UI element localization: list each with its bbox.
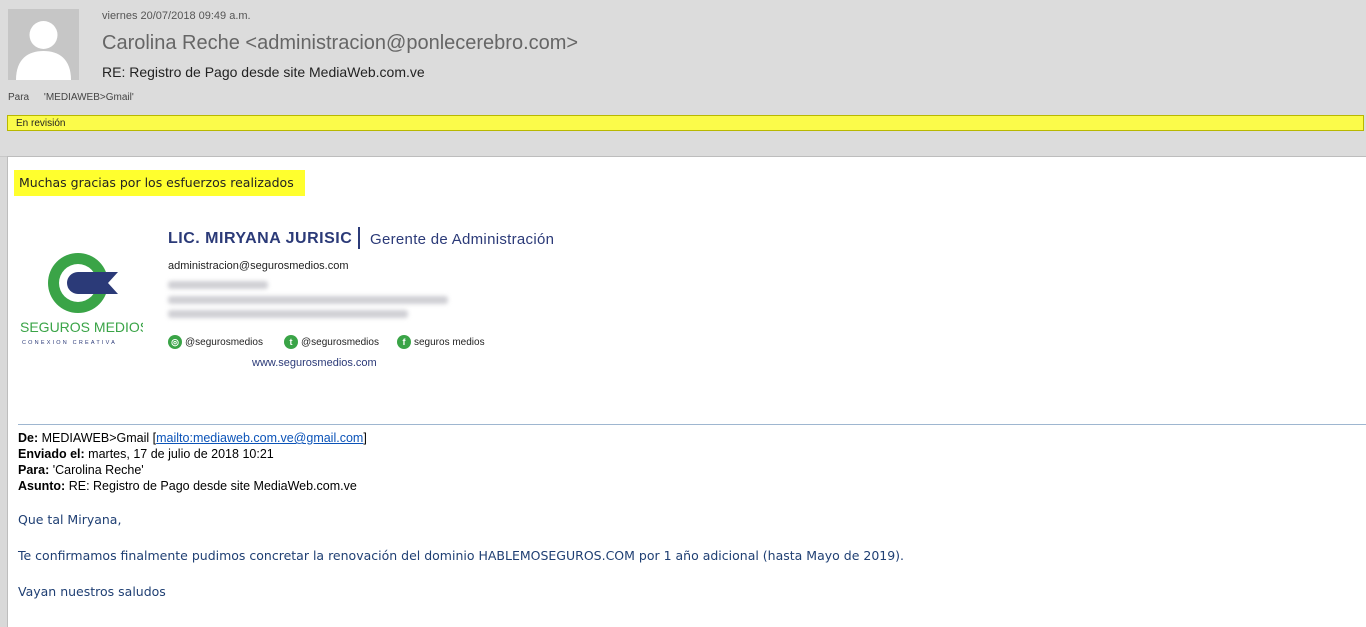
message-body: Muchas gracias por los esfuerzos realiza… bbox=[7, 156, 1366, 627]
facebook-icon: f bbox=[397, 335, 411, 349]
signature-title: Gerente de Administración bbox=[370, 231, 555, 248]
signature-name: LIC. MIRYANA JURISIC bbox=[168, 230, 353, 247]
instagram-icon: ◎ bbox=[168, 335, 182, 349]
quoted-to-row: Para: 'Carolina Reche' bbox=[18, 462, 367, 478]
quoted-header: De: MEDIAWEB>Gmail [mailto:mediaweb.com.… bbox=[18, 430, 367, 494]
message-subject: RE: Registro de Pago desde site MediaWeb… bbox=[102, 64, 425, 80]
person-icon bbox=[8, 9, 79, 80]
quoted-sent-value: martes, 17 de julio de 2018 10:21 bbox=[88, 447, 274, 461]
quoted-from-close: ] bbox=[363, 431, 367, 445]
quoted-from-label: De: bbox=[18, 431, 39, 445]
quoted-sent-row: Enviado el: martes, 17 de julio de 2018 … bbox=[18, 446, 367, 462]
signature-website[interactable]: www.segurosmedios.com bbox=[252, 357, 377, 369]
to-label: Para bbox=[8, 92, 30, 103]
blurred-address-line1 bbox=[168, 296, 448, 304]
quoted-subject-label: Asunto: bbox=[18, 479, 66, 493]
sent-date: viernes 20/07/2018 09:49 a.m. bbox=[102, 10, 251, 22]
status-bar[interactable]: En revisión bbox=[7, 115, 1364, 131]
quoted-from-mailto-link[interactable]: mailto:mediaweb.com.ve@gmail.com bbox=[156, 431, 363, 445]
quoted-from-value: MEDIAWEB>Gmail [ bbox=[41, 431, 157, 445]
quoted-sent-label: Enviado el: bbox=[18, 447, 85, 461]
sender-name[interactable]: Carolina Reche <administracion@ponlecere… bbox=[102, 32, 578, 55]
instagram-handle: @segurosmedios bbox=[185, 336, 263, 348]
blurred-phone bbox=[168, 281, 268, 289]
twitter-handle: @segurosmedios bbox=[301, 336, 379, 348]
message-line: Te confirmamos finalmente pudimos concre… bbox=[18, 548, 905, 563]
quote-divider bbox=[18, 424, 1366, 425]
twitter-icon: t bbox=[284, 335, 298, 349]
facebook-link[interactable]: f seguros medios bbox=[397, 335, 485, 349]
twitter-link[interactable]: t @segurosmedios bbox=[284, 335, 379, 349]
signature-separator bbox=[358, 227, 360, 249]
seguros-medios-logo: SEGUROS MEDIOS CONEXION CREATIVA bbox=[18, 250, 149, 350]
highlighted-text: Muchas gracias por los esfuerzos realiza… bbox=[14, 170, 305, 196]
message-header: viernes 20/07/2018 09:49 a.m. Carolina R… bbox=[0, 0, 1366, 157]
recipient-row: Para 'MEDIAWEB>Gmail' bbox=[8, 92, 134, 103]
quoted-subject-value: RE: Registro de Pago desde site MediaWeb… bbox=[68, 479, 357, 493]
logo-tagline: CONEXION CREATIVA bbox=[22, 340, 117, 346]
message-greeting: Que tal Miryana, bbox=[18, 512, 122, 527]
quoted-subject-row: Asunto: RE: Registro de Pago desde site … bbox=[18, 478, 367, 494]
quoted-to-label: Para: bbox=[18, 463, 50, 477]
blurred-address-line2 bbox=[168, 310, 408, 318]
quoted-to-value: 'Carolina Reche' bbox=[52, 463, 144, 477]
sender-avatar bbox=[8, 9, 79, 80]
logo-text: SEGUROS MEDIOS bbox=[20, 319, 143, 335]
instagram-link[interactable]: ◎ @segurosmedios bbox=[168, 335, 263, 349]
signature-email[interactable]: administracion@segurosmedios.com bbox=[168, 260, 349, 272]
recipient-name[interactable]: 'MEDIAWEB>Gmail' bbox=[44, 92, 134, 103]
facebook-handle: seguros medios bbox=[414, 336, 485, 348]
quoted-from-row: De: MEDIAWEB>Gmail [mailto:mediaweb.com.… bbox=[18, 430, 367, 446]
message-closing: Vayan nuestros saludos bbox=[18, 584, 166, 599]
